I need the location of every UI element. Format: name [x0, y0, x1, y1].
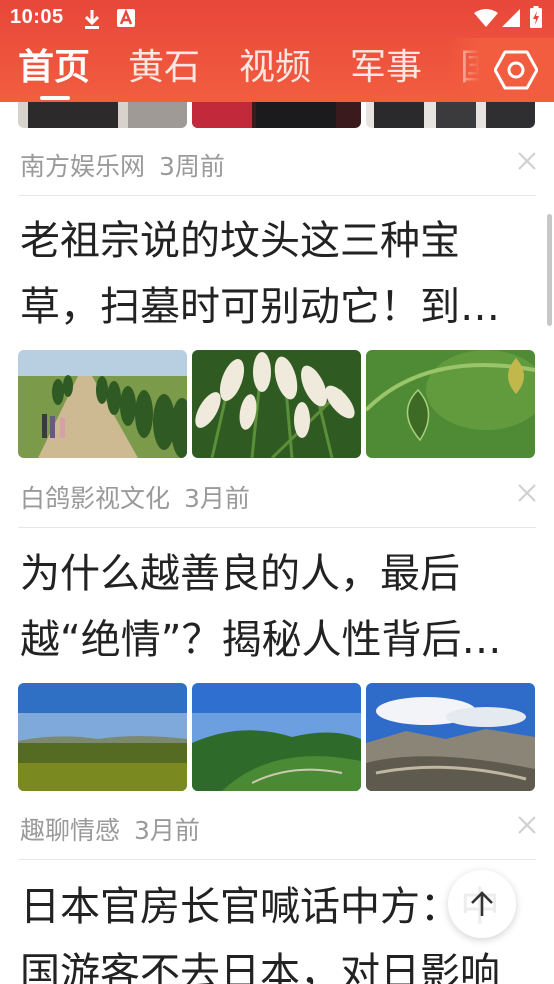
news-images[interactable] [18, 350, 536, 458]
back-to-top-button[interactable] [448, 870, 516, 938]
news-title[interactable]: 老祖宗说的坟头这三种宝草，扫墓时可别动它！到底是为什么？ [20, 208, 526, 340]
download-icon [84, 10, 100, 29]
news-time: 3月前 [134, 816, 200, 845]
close-icon[interactable] [516, 814, 538, 836]
close-icon[interactable] [516, 482, 538, 504]
news-source: 趣聊情感 [20, 816, 121, 845]
app-header: 10:05 首页 黄石 视频 军事 国 [0, 0, 554, 102]
news-title[interactable]: 为什么越善良的人，最后越“绝情”？揭秘人性背后的真相 [20, 541, 526, 673]
news-thumbnail[interactable] [192, 102, 361, 128]
battery-charging-icon [530, 6, 542, 28]
green-hills-photo[interactable] [192, 683, 361, 791]
news-meta: 趣聊情感 3月前 [20, 811, 200, 847]
tab-home[interactable]: 首页 [18, 46, 90, 90]
news-source: 白鸽影视文化 [20, 484, 171, 513]
partial-item-meta: 南方娱乐网 3周前 [20, 147, 225, 183]
grassland-meadow-photo[interactable] [18, 683, 187, 791]
green-lantern-pod-photo[interactable] [366, 350, 535, 458]
news-time: 3周前 [159, 152, 225, 181]
tree-lined-dirt-road-photo[interactable] [18, 350, 187, 458]
pampas-grass-photo[interactable] [192, 350, 361, 458]
tab-military[interactable]: 军事 [350, 46, 422, 90]
divider [18, 859, 536, 860]
status-time: 10:05 [10, 6, 64, 28]
wifi-icon [474, 9, 498, 27]
partial-item-images[interactable] [18, 102, 536, 128]
signal-icon [502, 9, 520, 27]
news-thumbnail[interactable] [366, 102, 535, 128]
arrow-up-icon [471, 891, 493, 916]
tab-video[interactable]: 视频 [239, 46, 311, 90]
scrollbar[interactable] [547, 214, 552, 326]
channel-tabs: 首页 黄石 视频 军事 国 [0, 38, 554, 102]
news-images[interactable] [18, 683, 536, 791]
canyon-landscape-photo[interactable] [366, 683, 535, 791]
tab-huangshi[interactable]: 黄石 [128, 46, 200, 90]
news-source: 南方娱乐网 [20, 152, 146, 181]
news-thumbnail[interactable] [18, 102, 187, 128]
news-time: 3月前 [184, 484, 250, 513]
status-bar: 10:05 [0, 0, 554, 38]
hexagon-settings-icon[interactable] [494, 48, 538, 92]
news-feed[interactable]: 南方娱乐网 3周前 老祖宗说的坟头这三种宝草，扫墓时可别动它！到底是为什么？ [0, 102, 554, 984]
active-tab-indicator [40, 96, 70, 100]
news-meta: 白鸽影视文化 3月前 [20, 479, 250, 515]
close-icon[interactable] [516, 150, 538, 172]
app-notification-icon [117, 8, 135, 27]
divider [18, 195, 536, 196]
divider [18, 527, 536, 528]
